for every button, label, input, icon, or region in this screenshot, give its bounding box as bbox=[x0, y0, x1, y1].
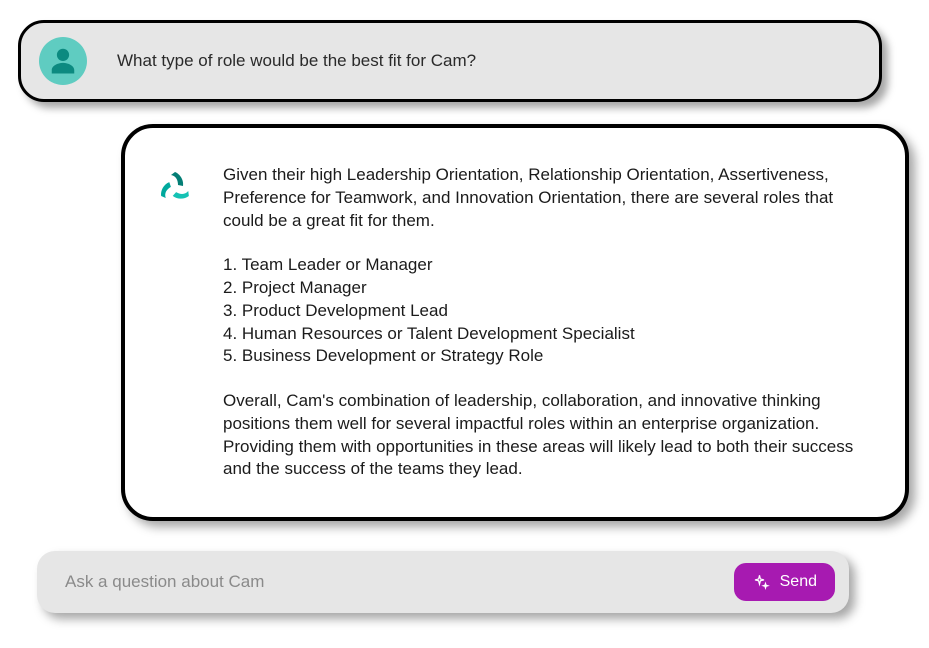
send-button[interactable]: Send bbox=[734, 563, 835, 601]
send-button-label: Send bbox=[780, 573, 817, 591]
user-message-bubble: What type of role would be the best fit … bbox=[18, 20, 882, 102]
ai-message-content: Given their high Leadership Orientation,… bbox=[223, 164, 869, 481]
ai-intro-text: Given their high Leadership Orientation,… bbox=[223, 164, 869, 232]
chat-input-bar: Send bbox=[37, 551, 849, 613]
person-icon bbox=[48, 45, 78, 77]
sparkle-icon bbox=[752, 573, 770, 591]
chat-input[interactable] bbox=[65, 572, 734, 592]
ai-role-list: 1. Team Leader or Manager 2. Project Man… bbox=[223, 254, 869, 368]
list-item: 3. Product Development Lead bbox=[223, 300, 869, 323]
list-item: 2. Project Manager bbox=[223, 277, 869, 300]
list-item: 5. Business Development or Strategy Role bbox=[223, 345, 869, 368]
list-item: 1. Team Leader or Manager bbox=[223, 254, 869, 277]
ai-logo-icon bbox=[151, 166, 199, 214]
list-item: 4. Human Resources or Talent Development… bbox=[223, 323, 869, 346]
user-avatar bbox=[39, 37, 87, 85]
user-message-text: What type of role would be the best fit … bbox=[117, 51, 476, 71]
ai-outro-text: Overall, Cam's combination of leadership… bbox=[223, 390, 869, 481]
ai-message-bubble: Given their high Leadership Orientation,… bbox=[121, 124, 909, 521]
